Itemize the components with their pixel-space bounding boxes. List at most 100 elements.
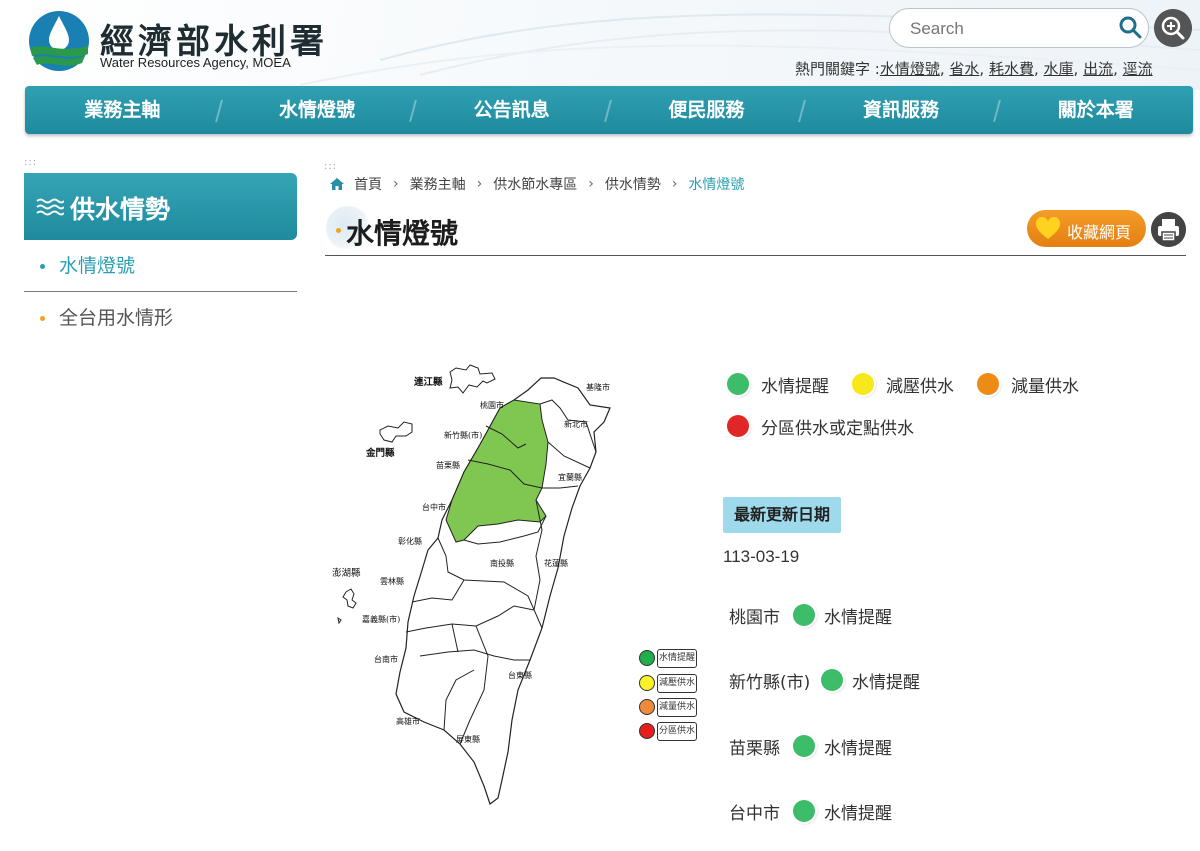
- nav-item-info-services[interactable]: 資訊服務: [804, 86, 999, 134]
- map-label: 屏東縣: [456, 734, 480, 744]
- bullet-icon: [40, 316, 45, 321]
- map-legend-label: 減量供水: [657, 698, 697, 717]
- breadcrumb-current[interactable]: 水情燈號: [688, 174, 744, 194]
- map-label: 花蓮縣: [544, 558, 568, 568]
- sidebar-item-label: 全台用水情形: [59, 307, 174, 329]
- status-dot-green: [793, 800, 815, 822]
- map-label: 台中市: [422, 502, 446, 512]
- map-label: 澎湖縣: [332, 567, 361, 579]
- print-icon[interactable]: [1151, 212, 1186, 247]
- taiwan-water-map: 連江縣 金門縣 澎湖縣 基隆市 新北市 桃園市 新竹縣(市) 苗栗縣 宜蘭縣 台…: [332, 364, 611, 805]
- bullet-icon: [40, 264, 45, 269]
- status-dot-orange: [977, 373, 999, 395]
- hot-keyword-link[interactable]: 水庫: [1044, 60, 1074, 78]
- map-label: 南投縣: [490, 558, 514, 568]
- status-dot-green: [727, 373, 749, 395]
- hot-keyword-link[interactable]: 省水: [949, 60, 979, 78]
- sidebar-item-water-usage[interactable]: 全台用水情形: [24, 292, 297, 344]
- status-dot-green: [793, 735, 815, 757]
- title-divider: [325, 255, 1186, 256]
- region-name: 桃園市: [729, 608, 780, 628]
- breadcrumb: 首頁 › 業務主軸 › 供水節水專區 › 供水情勢 › 水情燈號: [330, 174, 744, 194]
- map-label: 台南市: [374, 654, 398, 664]
- sidebar-item-label: 水情燈號: [59, 255, 136, 277]
- search-icon[interactable]: [1118, 15, 1142, 39]
- hot-keyword-link[interactable]: 水情燈號: [880, 60, 940, 78]
- legend-label: 減量供水: [1011, 377, 1079, 397]
- legend-dot-red: [639, 723, 655, 739]
- nav-item-about[interactable]: 關於本署: [998, 86, 1193, 134]
- status-dot-green: [793, 604, 815, 626]
- heart-icon: [1035, 217, 1061, 239]
- update-date-badge: 最新更新日期: [723, 497, 841, 533]
- map-legend-label: 水情提醒: [657, 649, 697, 668]
- breadcrumb-home[interactable]: 首頁: [354, 174, 382, 194]
- map-label: 高雄市: [396, 716, 420, 726]
- agency-logo-icon[interactable]: [27, 10, 91, 72]
- breadcrumb-separator: ›: [476, 176, 483, 192]
- map-label: 桃園市: [480, 400, 504, 410]
- legend-dot-orange: [639, 699, 655, 715]
- hot-keyword-link[interactable]: 逕流: [1123, 60, 1153, 78]
- map-label: 宜蘭縣: [558, 472, 582, 482]
- sidebar-title: 供水情勢: [24, 173, 297, 240]
- map-label: 雲林縣: [380, 576, 404, 586]
- brand-name-english[interactable]: Water Resources Agency, MOEA: [100, 55, 291, 70]
- status-dot-green: [821, 669, 843, 691]
- map-label: 新竹縣(市): [444, 430, 482, 440]
- map-legend-label: 減壓供水: [657, 674, 697, 693]
- legend-label: 減壓供水: [886, 377, 954, 397]
- hot-keywords-label: 熱門關鍵字 :: [795, 60, 880, 78]
- breadcrumb-link[interactable]: 供水節水專區: [493, 174, 577, 194]
- accesskey-marker[interactable]: :::: [324, 162, 337, 172]
- breadcrumb-link[interactable]: 供水情勢: [605, 174, 661, 194]
- hot-keyword-link[interactable]: 耗水費: [989, 60, 1034, 78]
- map-label: 彰化縣: [398, 536, 422, 546]
- legend-label: 水情提醒: [761, 377, 829, 397]
- map-legend-label: 分區供水: [657, 722, 697, 741]
- map-label: 金門縣: [365, 447, 395, 459]
- legend-dot-yellow: [639, 675, 655, 691]
- region-name: 台中市: [729, 804, 780, 824]
- search-box: [889, 8, 1149, 48]
- hot-keyword-link[interactable]: 出流: [1083, 60, 1113, 78]
- title-dot: [336, 228, 341, 233]
- affected-region-shape: [445, 399, 549, 543]
- map-label: 嘉義縣(市): [362, 614, 400, 624]
- zoom-in-icon[interactable]: [1154, 9, 1192, 47]
- region-status: 水情提醒: [824, 739, 892, 759]
- nav-item-business[interactable]: 業務主軸: [25, 86, 220, 134]
- map-label: 新北市: [564, 419, 588, 429]
- accesskey-marker[interactable]: :::: [24, 158, 37, 168]
- lienchiang-shape: [449, 364, 496, 394]
- nav-item-public-services[interactable]: 便民服務: [609, 86, 804, 134]
- page: 經濟部水利署 Water Resources Agency, MOEA 熱門關鍵…: [0, 0, 1200, 851]
- legend-label: 分區供水或定點供水: [761, 419, 914, 439]
- breadcrumb-link[interactable]: 業務主軸: [410, 174, 466, 194]
- map-label: 台東縣: [508, 670, 532, 680]
- penghu-shape: [337, 588, 357, 625]
- favorite-button[interactable]: 收藏網頁: [1027, 210, 1146, 247]
- water-waves-icon: [36, 198, 64, 216]
- search-input[interactable]: [910, 18, 1110, 40]
- nav-item-water-signal[interactable]: 水情燈號: [220, 86, 415, 134]
- region-status: 水情提醒: [852, 673, 920, 693]
- map-label: 基隆市: [586, 382, 610, 392]
- legend-dot-green: [639, 650, 655, 666]
- breadcrumb-separator: ›: [588, 176, 594, 192]
- map-label: 連江縣: [414, 376, 443, 388]
- nav-item-announcements[interactable]: 公告訊息: [414, 86, 609, 134]
- main-nav: 業務主軸 水情燈號 公告訊息 便民服務 資訊服務 關於本署: [25, 86, 1193, 134]
- page-title: 水情燈號: [346, 217, 459, 250]
- status-row-taoyuan: 桃園市 水情提醒: [729, 603, 892, 628]
- update-date-value: 113-03-19: [723, 547, 800, 566]
- region-name: 苗栗縣: [729, 739, 780, 759]
- region-status: 水情提醒: [824, 804, 892, 824]
- home-icon[interactable]: [330, 177, 344, 191]
- sidebar-item-water-signal[interactable]: 水情燈號: [24, 240, 297, 292]
- status-dot-red: [727, 415, 749, 437]
- region-status: 水情提醒: [824, 608, 892, 628]
- status-row-hsinchu: 新竹縣(市) 水情提醒: [729, 668, 920, 693]
- map-label: 苗栗縣: [436, 460, 460, 470]
- breadcrumb-separator: ›: [671, 176, 678, 192]
